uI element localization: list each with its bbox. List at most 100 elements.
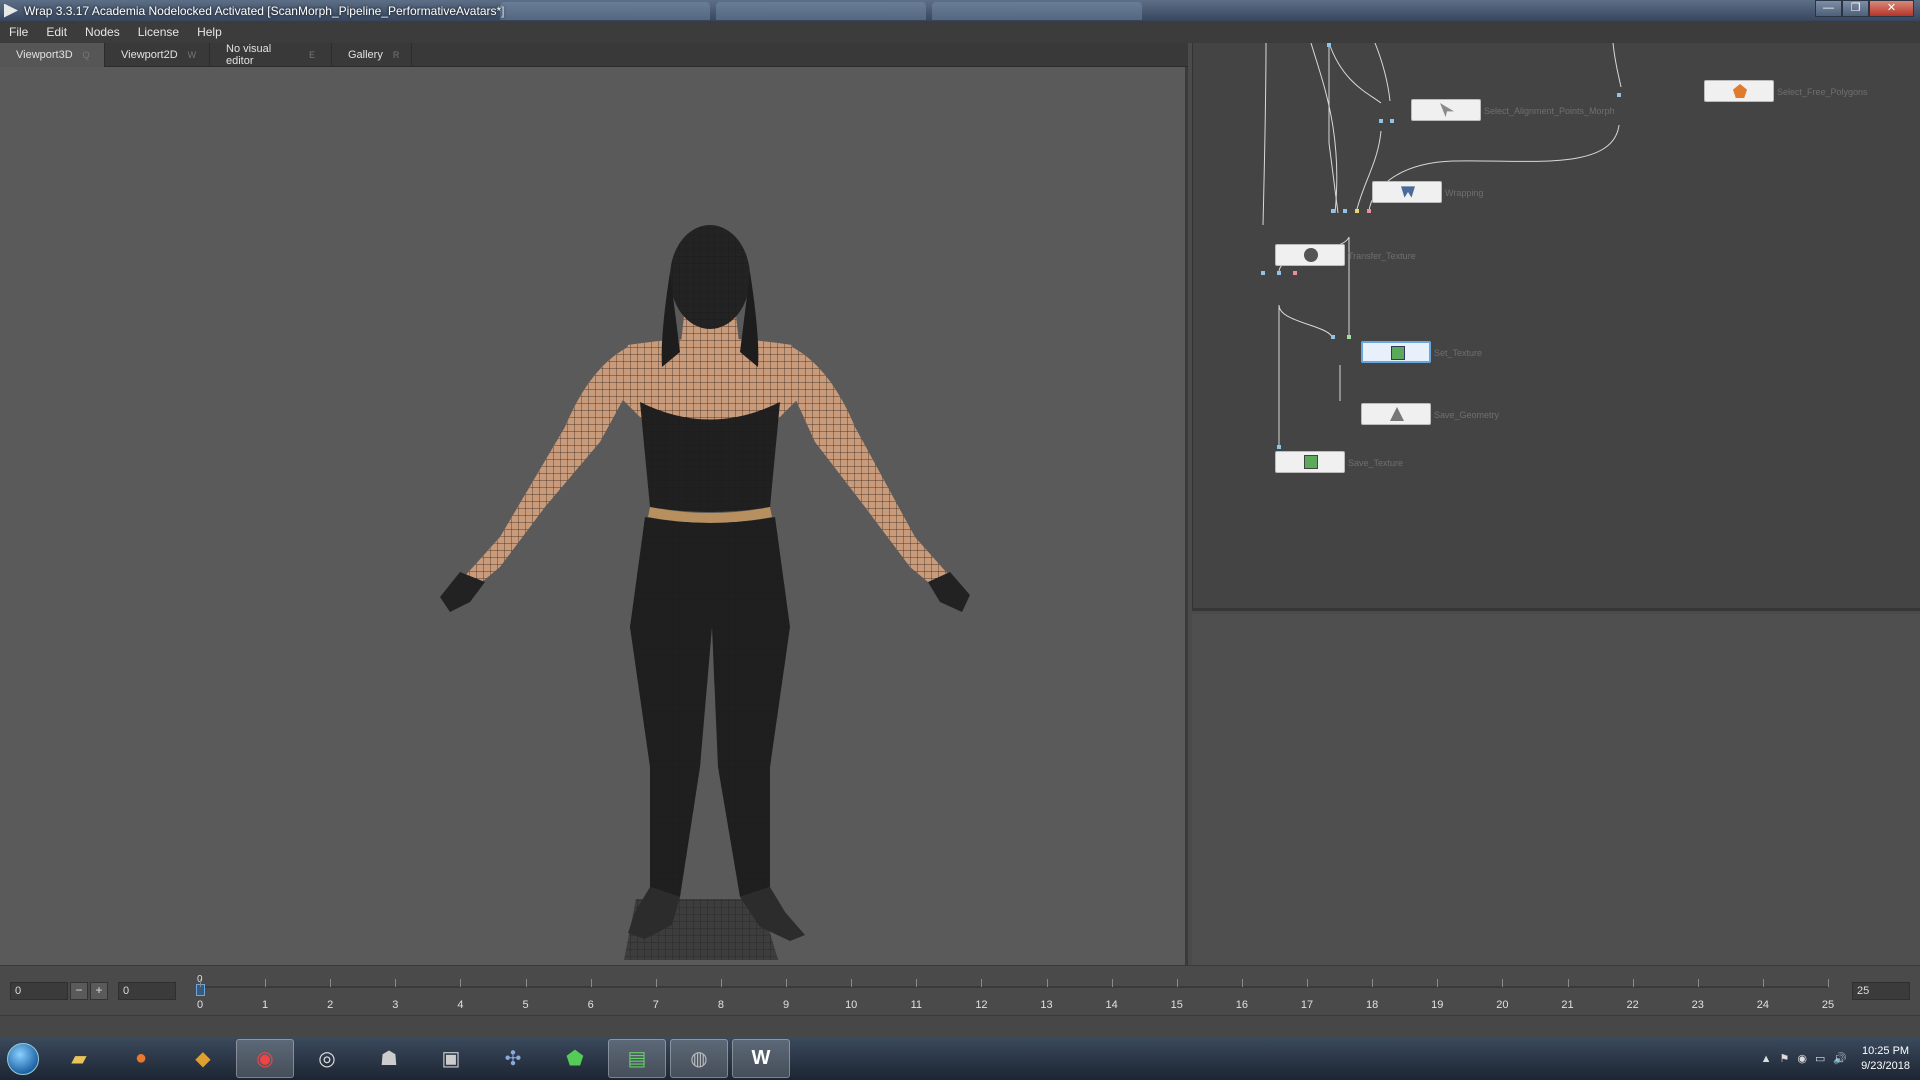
properties-panel [1192,614,1920,965]
node-save-geometry[interactable] [1361,403,1431,425]
node-label: Save_Geometry [1434,410,1500,420]
clock[interactable]: 10:25 PM 9/23/2018 [1861,1044,1910,1074]
background-tabs [500,2,1142,20]
vr-headset-icon[interactable]: ▣ [422,1039,480,1078]
timeline-tick-label: 12 [975,999,988,1011]
cursor-points-icon [1440,103,1454,117]
menu-license[interactable]: License [129,25,188,39]
chrome-tray-icon[interactable]: ◉ [1797,1052,1807,1065]
decrement-button[interactable]: − [70,982,88,1000]
increment-button[interactable]: + [90,982,108,1000]
node-select-free-polygons[interactable] [1704,80,1774,102]
window-controls: — ❐ ✕ [1815,0,1914,17]
obs-icon[interactable]: ◎ [298,1039,356,1078]
timeline-tick-label: 15 [1170,999,1183,1011]
network-icon[interactable]: ▭ [1815,1052,1825,1065]
timeline-tick [1632,979,1634,987]
tab-gallery[interactable]: Gallery R [332,43,412,67]
timeline-tick-label: 22 [1626,999,1639,1011]
timeline-tick [655,979,657,987]
timeline-tick-label: 19 [1431,999,1444,1011]
timeline-tick-label: 8 [717,999,725,1011]
node-set-texture[interactable] [1361,341,1431,363]
timeline-tick-label: 2 [327,999,334,1011]
menu-nodes[interactable]: Nodes [76,25,129,39]
timeline-tick [1307,979,1309,987]
timeline-tick-label: 18 [1366,999,1379,1011]
menu-edit[interactable]: Edit [37,25,76,39]
tab-shortcut: R [392,50,400,60]
timeline-track[interactable] [200,986,1828,988]
tab-shortcut: W [187,50,197,60]
timeline-tick [265,979,267,987]
node-editor[interactable]: Select_Alignment_Points_Morph Select_Fre… [1192,43,1920,611]
timeline-tick-label: 7 [652,999,659,1011]
viewport-3d[interactable] [0,67,1188,965]
timeline-tick-label: 3 [392,999,399,1011]
timeline-tick [786,979,788,987]
timeline-tick-label: 6 [587,999,594,1011]
timeline-tick-label: 20 [1496,999,1509,1011]
firefox-icon[interactable]: ● [112,1039,170,1078]
windows-orb-icon [7,1042,39,1075]
file-explorer-icon[interactable]: ▰ [50,1039,108,1078]
node-label: Set_Texture [1434,348,1483,358]
wrap-icon [1401,186,1415,198]
terminal-icon[interactable]: ▤ [608,1039,666,1078]
menu-bar: File Edit Nodes License Help [0,21,1920,43]
start-frame-input[interactable]: 0 [10,982,68,1000]
timeline-tick-label: 25 [1821,999,1835,1011]
timeline-tick [1697,979,1699,987]
chrome-icon[interactable]: ◉ [236,1039,294,1078]
polygon-app-icon[interactable]: ⬟ [546,1039,604,1078]
timeline-tick [330,979,332,987]
node-save-texture[interactable] [1275,451,1345,473]
timeline-tick-label: 1 [262,999,269,1011]
tab-label: Viewport2D [121,49,178,61]
timeline-tick [460,979,462,987]
timeline-tick-label: 21 [1561,999,1574,1011]
node-label: Save_Texture [1348,458,1404,468]
ghost-tab [500,2,710,20]
node-select-alignment-points-morph[interactable] [1411,99,1481,121]
taskbar: ▰ ● ◆ ◉ ◎ ☗ ▣ ✣ ⬟ ▤ ◍ W ▲ ⚑ ◉ ▭ 🔊 10:25 … [0,1037,1920,1080]
timeline-tick-label: 9 [783,999,790,1011]
ghost-tab [716,2,926,20]
action-center-flag-icon[interactable]: ⚑ [1779,1052,1789,1065]
node-wrapping[interactable] [1372,181,1442,203]
timeline-tick-label: 14 [1105,999,1118,1011]
tab-label: No visual editor [226,43,272,67]
close-button[interactable]: ✕ [1869,0,1914,17]
node-label: Select_Alignment_Points_Morph [1484,106,1615,116]
maximize-button[interactable]: ❐ [1842,0,1869,17]
current-frame-input[interactable]: 0 [118,982,176,1000]
node-connections [1261,43,1622,449]
window-title: Wrap 3.3.17 Academia Nodelocked Activate… [24,3,505,18]
show-hidden-icons-icon[interactable]: ▲ [1761,1053,1772,1065]
timeline-tick [525,979,527,987]
gitkraken-icon[interactable]: ☗ [360,1039,418,1078]
disc-icon[interactable]: ◍ [670,1039,728,1078]
wrap3-icon[interactable]: W [732,1039,790,1078]
tab-viewport2d[interactable]: Viewport2D W [105,43,210,67]
tab-label: Viewport3D [16,49,73,61]
start-button[interactable] [0,1037,46,1080]
volume-icon[interactable]: 🔊 [1833,1052,1847,1065]
pinwheel-icon[interactable]: ✣ [484,1039,542,1078]
tab-shortcut: Q [82,50,90,60]
tab-no-visual-editor[interactable]: No visual editor E [210,43,332,67]
node-transfer-texture[interactable] [1275,244,1345,266]
timeline-tick [1437,979,1439,987]
end-frame-input[interactable]: 25 [1852,982,1910,1000]
menu-help[interactable]: Help [188,25,231,39]
timeline-tick [200,979,201,987]
clock-date: 9/23/2018 [1861,1059,1910,1072]
tab-viewport3d[interactable]: Viewport3D Q [0,43,105,67]
minimize-button[interactable]: — [1815,0,1842,17]
tab-label: Gallery [348,49,383,61]
timeline-tick [916,979,918,987]
title-bar: Wrap 3.3.17 Academia Nodelocked Activate… [0,0,1920,21]
timeline-tick [1567,979,1569,987]
menu-file[interactable]: File [0,25,37,39]
git-icon[interactable]: ◆ [174,1039,232,1078]
